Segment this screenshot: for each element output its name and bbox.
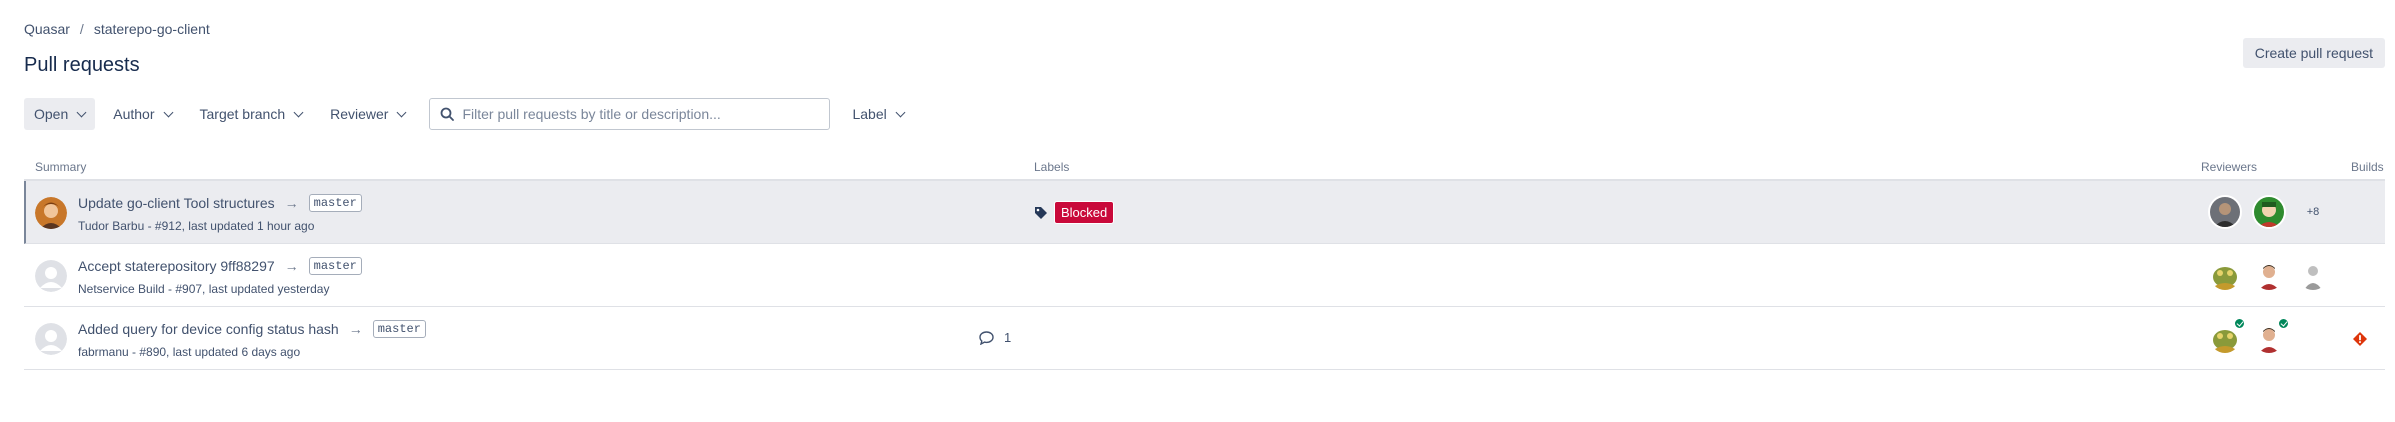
reviewers-list: +8 <box>2208 195 2330 229</box>
pull-request-title-link[interactable]: Added query for device config status has… <box>78 321 339 337</box>
author-avatar[interactable] <box>35 260 67 292</box>
build-status[interactable] <box>2352 331 2368 352</box>
reviewer-filter[interactable]: Reviewer <box>320 98 415 130</box>
author-filter-label: Author <box>113 106 155 122</box>
reviewer-avatar[interactable] <box>2252 317 2290 355</box>
pull-requests-table: Summary Labels Reviewers Builds Update g… <box>24 152 2385 370</box>
arrow-right-icon: → <box>284 195 299 211</box>
pull-request-title-link[interactable]: Update go-client Tool structures <box>78 195 275 211</box>
target-branch-badge: master <box>308 194 362 212</box>
search-icon <box>441 107 455 121</box>
chevron-down-icon <box>293 107 304 117</box>
reviewer-avatar[interactable] <box>2252 258 2286 292</box>
table-row[interactable]: Update go-client Tool structures → maste… <box>24 181 2385 244</box>
create-pull-request-button[interactable]: Create pull request <box>2242 38 2385 68</box>
chevron-down-icon <box>397 107 407 117</box>
target-branch-badge: master <box>308 257 362 275</box>
breadcrumb-repo[interactable]: staterepo-go-client <box>94 21 210 37</box>
more-reviewers-badge[interactable]: +8 <box>2296 195 2330 229</box>
label-filter-label: Label <box>852 106 887 122</box>
target-branch-badge: master <box>372 320 426 338</box>
label-filter[interactable]: Label <box>842 98 913 130</box>
pull-request-meta: Tudor Barbu - #912, last updated 1 hour … <box>78 219 315 233</box>
column-summary: Summary <box>35 160 87 174</box>
pull-request-meta: fabrmanu - #890, last updated 6 days ago <box>78 345 301 359</box>
table-row[interactable]: Added query for device config status has… <box>24 307 2385 370</box>
state-filter[interactable]: Open <box>24 98 96 130</box>
table-header: Summary Labels Reviewers Builds <box>24 152 2385 181</box>
target-branch-filter-label: Target branch <box>199 106 286 122</box>
reviewer-avatar[interactable] <box>2208 317 2246 355</box>
column-builds: Builds <box>2351 160 2384 174</box>
author-filter[interactable]: Author <box>103 98 181 130</box>
comment-count-value: 1 <box>1004 330 1012 345</box>
comment-icon <box>979 330 994 345</box>
comment-count[interactable]: 1 <box>979 330 1011 345</box>
build-failed-icon <box>2353 332 2367 346</box>
approved-check-icon <box>2233 317 2246 330</box>
page-title: Pull requests <box>24 54 140 76</box>
pull-request-title-link[interactable]: Accept staterepository 9ff88297 <box>78 258 275 274</box>
breadcrumb-project[interactable]: Quasar <box>24 21 70 37</box>
column-labels: Labels <box>1034 160 1070 174</box>
target-branch-filter[interactable]: Target branch <box>190 98 313 130</box>
pull-request-meta: Netservice Build - #907, last updated ye… <box>78 282 330 296</box>
chevron-down-icon <box>895 107 906 117</box>
arrow-right-icon: → <box>284 258 299 274</box>
chevron-down-icon <box>163 107 173 117</box>
label-lozenge[interactable]: Blocked <box>1054 201 1115 224</box>
reviewer-avatar[interactable] <box>2208 258 2242 292</box>
reviewer-avatar[interactable] <box>2296 258 2330 292</box>
search-input[interactable] <box>462 106 820 122</box>
filter-bar: Open Author Target branch Reviewer Label <box>24 98 922 130</box>
search-box[interactable] <box>429 98 831 130</box>
approved-check-icon <box>2277 317 2290 330</box>
reviewer-avatar[interactable] <box>2252 195 2286 229</box>
breadcrumb: Quasar / staterepo-go-client <box>24 21 210 37</box>
author-avatar[interactable] <box>35 197 67 229</box>
tag-icon <box>1035 206 1047 219</box>
reviewers-list <box>2208 317 2290 355</box>
column-reviewers: Reviewers <box>2201 160 2258 174</box>
table-row[interactable]: Accept staterepository 9ff88297 → master… <box>24 244 2385 307</box>
author-avatar[interactable] <box>35 323 67 355</box>
arrow-right-icon: → <box>348 321 363 337</box>
reviewers-list <box>2208 258 2330 292</box>
reviewer-avatar[interactable] <box>2208 195 2242 229</box>
breadcrumb-separator: / <box>79 21 84 37</box>
state-filter-label: Open <box>34 106 69 122</box>
reviewer-filter-label: Reviewer <box>330 106 389 122</box>
chevron-down-icon <box>76 107 87 117</box>
